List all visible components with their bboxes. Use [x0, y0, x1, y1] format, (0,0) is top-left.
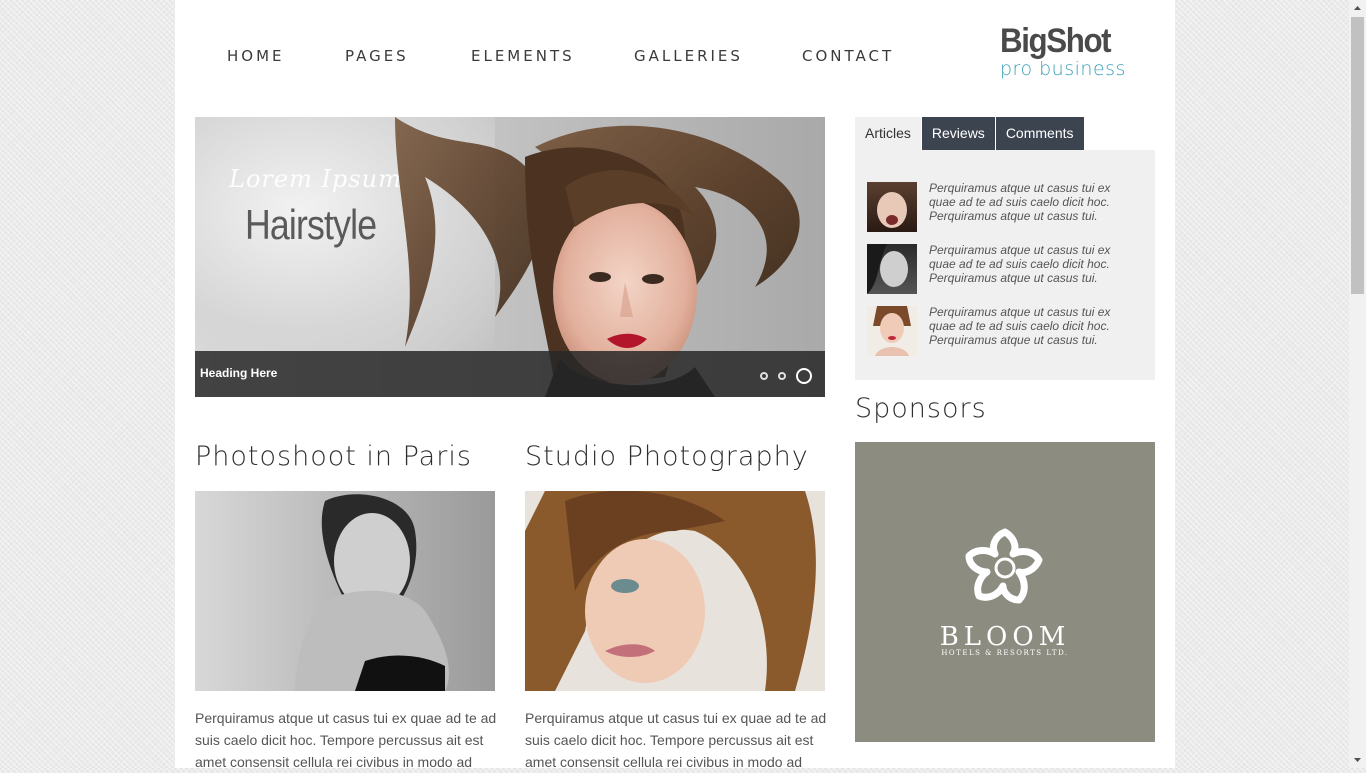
article-image[interactable]	[195, 491, 495, 691]
slider-dot-3[interactable]	[796, 368, 812, 384]
slider-heading[interactable]: Heading Here	[200, 366, 277, 380]
tab-comments[interactable]: Comments	[995, 117, 1084, 150]
tab-list-item[interactable]: Perquiramus atque ut casus tui ex quae a…	[867, 181, 1147, 234]
slider-dot-1[interactable]	[760, 372, 768, 380]
nav-home[interactable]: HOME	[227, 46, 345, 68]
nav-contact[interactable]: CONTACT	[802, 46, 894, 68]
slider-caption-bar: Heading Here	[195, 351, 825, 397]
logo-title: BigShot	[1000, 22, 1112, 60]
tab-item-text: Perquiramus atque ut casus tui ex quae a…	[929, 243, 1111, 285]
thumbnail[interactable]	[867, 244, 917, 294]
tab-articles[interactable]: Articles	[855, 117, 921, 150]
article-text: Perquiramus atque ut casus tui ex quae a…	[525, 710, 827, 768]
slider-pagination	[760, 368, 812, 384]
sponsor-name: BLOOM	[939, 622, 1071, 652]
nav-galleries[interactable]: GALLERIES	[634, 46, 802, 68]
tab-list-item[interactable]: Perquiramus atque ut casus tui ex quae a…	[867, 305, 1147, 358]
tab-item-text: Perquiramus atque ut casus tui ex quae a…	[929, 305, 1111, 347]
tab-list-item[interactable]: Perquiramus atque ut casus tui ex quae a…	[867, 243, 1147, 296]
scrollbar-thumb[interactable]	[1351, 17, 1364, 294]
thumbnail[interactable]	[867, 182, 917, 232]
nav-elements[interactable]: ELEMENTS	[471, 46, 634, 68]
thumbnail[interactable]	[867, 306, 917, 356]
sponsors-title: Sponsors	[855, 393, 987, 424]
site-logo[interactable]: BigShot pro business	[1000, 22, 1126, 80]
tab-panel-articles: Perquiramus atque ut casus tui ex quae a…	[855, 150, 1155, 380]
article-text: Perquiramus atque ut casus tui ex quae a…	[195, 710, 497, 768]
page-container: HOME PAGES ELEMENTS GALLERIES CONTACT Bi…	[175, 0, 1175, 768]
sidebar-tabs: Articles Reviews Comments	[855, 117, 1085, 150]
scroll-up-arrow-icon[interactable]	[1349, 0, 1366, 17]
hero-slider[interactable]: Lorem Ipsum Hairstyle Heading Here	[195, 117, 825, 397]
slider-dot-2[interactable]	[778, 372, 786, 380]
article-title[interactable]: Photoshoot in Paris	[195, 441, 472, 472]
main-nav: HOME PAGES ELEMENTS GALLERIES CONTACT	[227, 46, 894, 68]
bloom-flower-icon	[965, 528, 1043, 604]
slider-caption-small: Lorem Ipsum	[229, 165, 402, 193]
tab-reviews[interactable]: Reviews	[921, 117, 995, 150]
sponsor-subtitle: HOTELS & RESORTS LTD.	[941, 649, 1069, 657]
logo-subtitle: pro business	[1000, 58, 1126, 80]
scroll-down-arrow-icon[interactable]	[1349, 751, 1366, 768]
slider-caption-big: Hairstyle	[245, 201, 377, 248]
article-image[interactable]	[525, 491, 825, 691]
article-title[interactable]: Studio Photography	[525, 441, 809, 472]
page-scrollbar[interactable]	[1349, 0, 1366, 768]
photo-bw-portrait	[295, 494, 449, 691]
sponsor-banner[interactable]: BLOOM HOTELS & RESORTS LTD.	[855, 442, 1155, 742]
tab-item-text: Perquiramus atque ut casus tui ex quae a…	[929, 181, 1111, 223]
photo-studio-portrait	[525, 491, 816, 691]
nav-pages[interactable]: PAGES	[345, 46, 471, 68]
